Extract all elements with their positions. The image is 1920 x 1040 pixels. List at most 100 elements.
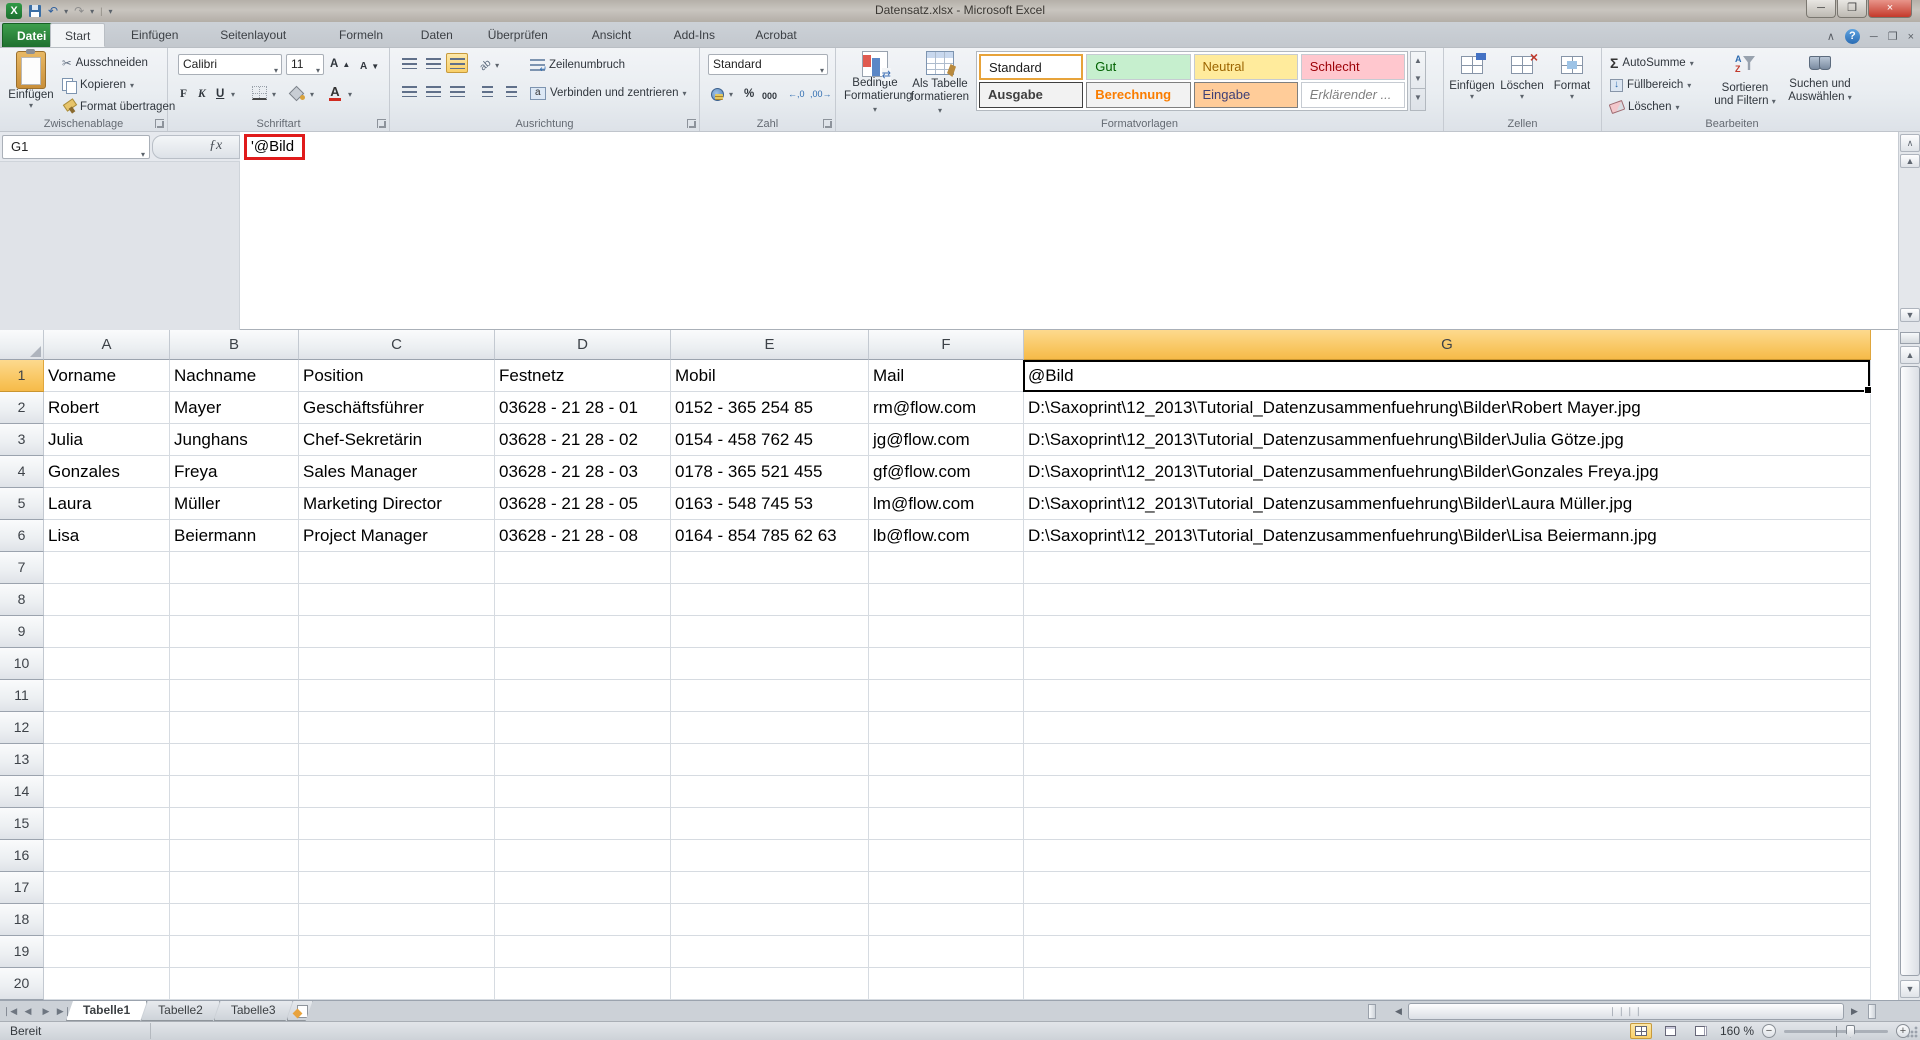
cell-B1[interactable]: Nachname xyxy=(170,360,299,392)
cell-B10[interactable] xyxy=(170,648,299,680)
help-icon[interactable]: ? xyxy=(1845,29,1860,44)
cell-E8[interactable] xyxy=(671,584,869,616)
cell-B9[interactable] xyxy=(170,616,299,648)
row-header-20[interactable]: 20 xyxy=(0,968,44,1000)
cell-A6[interactable]: Lisa xyxy=(44,520,170,552)
tab-daten[interactable]: Daten xyxy=(407,23,467,47)
next-sheet-icon[interactable]: ▶ xyxy=(38,1003,54,1019)
cell-G15[interactable] xyxy=(1024,808,1871,840)
cell-D18[interactable] xyxy=(495,904,671,936)
cell-E1[interactable]: Mobil xyxy=(671,360,869,392)
tab-seitenlayout[interactable]: Seitenlayout xyxy=(206,23,300,47)
tab-acrobat[interactable]: Acrobat xyxy=(741,23,810,47)
column-header-G[interactable]: G xyxy=(1024,330,1871,360)
style-chip-standard[interactable]: Standard xyxy=(979,54,1083,80)
cell-B16[interactable] xyxy=(170,840,299,872)
cell-F10[interactable] xyxy=(869,648,1024,680)
sheet-tab-tabelle2[interactable]: Tabelle2 xyxy=(141,1001,220,1021)
cell-F17[interactable] xyxy=(869,872,1024,904)
cell-E19[interactable] xyxy=(671,936,869,968)
cell-F5[interactable]: lm@flow.com xyxy=(869,488,1024,520)
cell-G19[interactable] xyxy=(1024,936,1871,968)
cell-A5[interactable]: Laura xyxy=(44,488,170,520)
cell-F18[interactable] xyxy=(869,904,1024,936)
bold-button[interactable]: F xyxy=(180,84,187,104)
cell-A14[interactable] xyxy=(44,776,170,808)
row-header-2[interactable]: 2 xyxy=(0,392,44,424)
first-sheet-icon[interactable]: ❘◀ xyxy=(2,1003,18,1019)
percent-button[interactable]: % xyxy=(744,84,754,104)
format-painter-button[interactable]: Format übertragen xyxy=(62,97,175,117)
cell-B4[interactable]: Freya xyxy=(170,456,299,488)
sheet-tab-tabelle3[interactable]: Tabelle3 xyxy=(214,1001,293,1021)
cell-G13[interactable] xyxy=(1024,744,1871,776)
cell-C19[interactable] xyxy=(299,936,495,968)
cell-E14[interactable] xyxy=(671,776,869,808)
row-header-13[interactable]: 13 xyxy=(0,744,44,776)
cell-C17[interactable] xyxy=(299,872,495,904)
find-select-button[interactable]: Suchen undAuswählen ▾ xyxy=(1784,54,1856,126)
underline-caret-icon[interactable]: ▾ xyxy=(231,90,235,99)
cell-G2[interactable]: D:\Saxoprint\12_2013\Tutorial_Datenzusam… xyxy=(1024,392,1871,424)
column-header-D[interactable]: D xyxy=(495,330,671,360)
font-size-combo[interactable]: 11▾ xyxy=(286,54,324,75)
page-break-view-button[interactable] xyxy=(1690,1023,1712,1039)
cell-B12[interactable] xyxy=(170,712,299,744)
cell-C1[interactable]: Position xyxy=(299,360,495,392)
tab-split-handle[interactable] xyxy=(1368,1004,1376,1019)
align-top-button[interactable] xyxy=(398,53,420,73)
row-header-1[interactable]: 1 xyxy=(0,360,44,392)
cell-C18[interactable] xyxy=(299,904,495,936)
align-right-button[interactable] xyxy=(446,81,468,101)
style-chip-eingabe[interactable]: Eingabe xyxy=(1194,82,1298,108)
cell-F15[interactable] xyxy=(869,808,1024,840)
row-header-5[interactable]: 5 xyxy=(0,488,44,520)
style-chip-schlecht[interactable]: Schlecht xyxy=(1301,54,1405,80)
wrap-text-button[interactable]: Zeilenumbruch xyxy=(530,55,625,75)
align-bottom-button[interactable] xyxy=(446,53,468,73)
cell-A7[interactable] xyxy=(44,552,170,584)
cell-G3[interactable]: D:\Saxoprint\12_2013\Tutorial_Datenzusam… xyxy=(1024,424,1871,456)
cell-A12[interactable] xyxy=(44,712,170,744)
accounting-format-button[interactable]: ▾ xyxy=(710,84,733,104)
fill-color-button[interactable] xyxy=(286,83,308,103)
row-header-11[interactable]: 11 xyxy=(0,680,44,712)
cell-F20[interactable] xyxy=(869,968,1024,1000)
hscroll-left-icon[interactable]: ◀ xyxy=(1390,1004,1407,1019)
cell-D11[interactable] xyxy=(495,680,671,712)
gallery-up-icon[interactable]: ▲ xyxy=(1411,52,1425,70)
zoom-slider[interactable] xyxy=(1784,1030,1888,1033)
cell-C6[interactable]: Project Manager xyxy=(299,520,495,552)
tab-formeln[interactable]: Formeln xyxy=(325,23,397,47)
italic-button[interactable]: K xyxy=(198,84,206,104)
cell-E5[interactable]: 0163 - 548 745 53 xyxy=(671,488,869,520)
decrease-indent-button[interactable] xyxy=(476,81,498,101)
doc-minimize-icon[interactable]: ─ xyxy=(1870,31,1878,43)
row-header-8[interactable]: 8 xyxy=(0,584,44,616)
cell-A2[interactable]: Robert xyxy=(44,392,170,424)
increase-indent-button[interactable] xyxy=(500,81,522,101)
style-chip-neutral[interactable]: Neutral xyxy=(1194,54,1298,80)
row-header-15[interactable]: 15 xyxy=(0,808,44,840)
gallery-more-icon[interactable]: ▼ xyxy=(1411,88,1425,107)
cell-D5[interactable]: 03628 - 21 28 - 05 xyxy=(495,488,671,520)
column-header-C[interactable]: C xyxy=(299,330,495,360)
row-header-3[interactable]: 3 xyxy=(0,424,44,456)
cell-A3[interactable]: Julia xyxy=(44,424,170,456)
align-center-button[interactable] xyxy=(422,81,444,101)
merge-center-button[interactable]: Verbinden und zentrieren▾ xyxy=(530,83,687,103)
row-header-14[interactable]: 14 xyxy=(0,776,44,808)
cell-F16[interactable] xyxy=(869,840,1024,872)
cell-B18[interactable] xyxy=(170,904,299,936)
select-all-corner[interactable] xyxy=(0,330,44,360)
clear-button[interactable]: Löschen▾ xyxy=(1610,97,1680,117)
cell-C13[interactable] xyxy=(299,744,495,776)
tab-add-ins[interactable]: Add-Ins xyxy=(660,23,729,47)
cell-F14[interactable] xyxy=(869,776,1024,808)
number-dialog-launcher[interactable] xyxy=(823,119,832,128)
scroll-up-icon[interactable]: ▲ xyxy=(1900,346,1920,364)
cell-F3[interactable]: jg@flow.com xyxy=(869,424,1024,456)
cell-C10[interactable] xyxy=(299,648,495,680)
column-header-B[interactable]: B xyxy=(170,330,299,360)
cell-A4[interactable]: Gonzales xyxy=(44,456,170,488)
